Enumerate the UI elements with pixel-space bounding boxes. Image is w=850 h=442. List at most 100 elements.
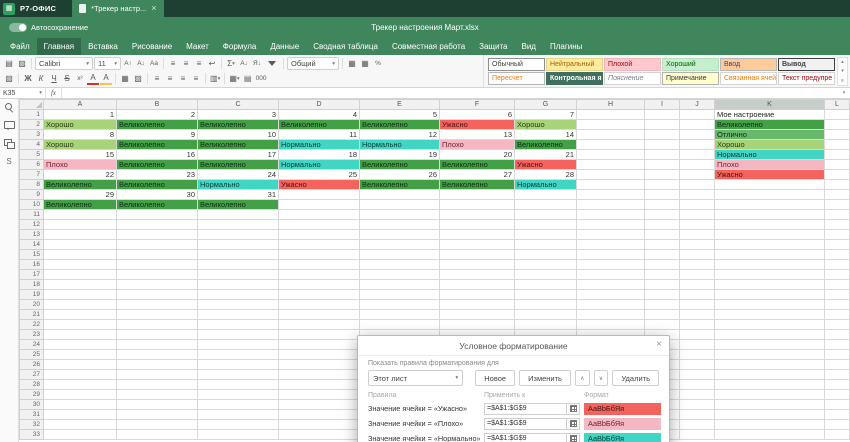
cell-C9[interactable]: 31 [198, 190, 279, 200]
select-range-icon[interactable] [567, 403, 580, 415]
cell-F12[interactable] [440, 220, 515, 230]
cell-D11[interactable] [279, 210, 360, 220]
cell-H5[interactable] [577, 150, 645, 160]
cell-A26[interactable] [44, 360, 117, 370]
row-header-6[interactable]: 6 [20, 160, 44, 170]
change-case-icon[interactable]: Аа [148, 57, 160, 70]
cell-A3[interactable]: 8 [44, 130, 117, 140]
cell-E1[interactable]: 5 [360, 110, 440, 120]
cell-A11[interactable] [44, 210, 117, 220]
cell-K16[interactable] [715, 260, 825, 270]
chat-icon[interactable] [4, 138, 14, 149]
col-header-A[interactable]: A [44, 100, 117, 110]
cell-J8[interactable] [680, 180, 715, 190]
cell-A33[interactable] [44, 430, 117, 440]
cell-B24[interactable] [117, 340, 198, 350]
cell-A22[interactable] [44, 320, 117, 330]
cell-E3[interactable]: 12 [360, 130, 440, 140]
cell-E15[interactable] [360, 250, 440, 260]
cell-I20[interactable] [645, 300, 680, 310]
cell-K28[interactable] [715, 380, 825, 390]
cell-D14[interactable] [279, 240, 360, 250]
cell-C5[interactable]: 17 [198, 150, 279, 160]
cell-B15[interactable] [117, 250, 198, 260]
search-icon[interactable] [4, 102, 14, 113]
cell-L17[interactable] [825, 270, 850, 280]
cell-B23[interactable] [117, 330, 198, 340]
cell-style-Пояснение[interactable]: Пояснение [604, 72, 661, 85]
cell-A16[interactable] [44, 260, 117, 270]
bold-icon[interactable]: Ж [22, 72, 34, 85]
cell-E7[interactable]: 26 [360, 170, 440, 180]
menu-tab-Данные[interactable]: Данные [263, 38, 306, 55]
row-header-10[interactable]: 10 [20, 200, 44, 210]
font-color-icon[interactable]: А [87, 73, 99, 85]
cell-G18[interactable] [515, 280, 577, 290]
cell-B7[interactable]: 23 [117, 170, 198, 180]
align-center-icon[interactable]: ≡ [164, 72, 176, 85]
cell-I2[interactable] [645, 120, 680, 130]
cell-C25[interactable] [198, 350, 279, 360]
cell-B18[interactable] [117, 280, 198, 290]
cell-J30[interactable] [680, 400, 715, 410]
copy-icon[interactable]: ▨ [16, 57, 28, 70]
cell-G4[interactable]: Великолепно [515, 140, 577, 150]
cell-D16[interactable] [279, 260, 360, 270]
cell-D2[interactable]: Великолепно [279, 120, 360, 130]
cell-C3[interactable]: 10 [198, 130, 279, 140]
row-header-4[interactable]: 4 [20, 140, 44, 150]
cell-G15[interactable] [515, 250, 577, 260]
cell-C15[interactable] [198, 250, 279, 260]
cell-C20[interactable] [198, 300, 279, 310]
move-rule-up-button[interactable]: ∧ [575, 370, 590, 386]
cell-A17[interactable] [44, 270, 117, 280]
cell-H6[interactable] [577, 160, 645, 170]
cell-C33[interactable] [198, 430, 279, 440]
spellcheck-icon[interactable]: S [4, 156, 14, 167]
cell-G9[interactable] [515, 190, 577, 200]
cell-I1[interactable] [645, 110, 680, 120]
document-tab[interactable]: *Трекер настр... × [72, 0, 163, 17]
col-header-J[interactable]: J [680, 100, 715, 110]
cell-style-Связанная ячей[interactable]: Связанная ячей [720, 72, 777, 85]
cell-B21[interactable] [117, 310, 198, 320]
row-header-25[interactable]: 25 [20, 350, 44, 360]
rules-scope-select[interactable]: Этот лист ▾ [368, 370, 463, 386]
cell-A24[interactable] [44, 340, 117, 350]
cell-A14[interactable] [44, 240, 117, 250]
cell-E12[interactable] [360, 220, 440, 230]
cell-I18[interactable] [645, 280, 680, 290]
cell-I12[interactable] [645, 220, 680, 230]
cell-C27[interactable] [198, 370, 279, 380]
row-header-5[interactable]: 5 [20, 150, 44, 160]
wrap-text-icon[interactable]: ↩ [206, 57, 218, 70]
cell-D7[interactable]: 25 [279, 170, 360, 180]
cell-C2[interactable]: Великолепно [198, 120, 279, 130]
cell-style-Нейтральный[interactable]: Нейтральный [546, 58, 603, 71]
select-all-corner[interactable] [20, 100, 44, 110]
name-box[interactable]: K35 ▾ [0, 88, 46, 98]
cell-F1[interactable]: 6 [440, 110, 515, 120]
cell-J29[interactable] [680, 390, 715, 400]
cell-I7[interactable] [645, 170, 680, 180]
cell-J5[interactable] [680, 150, 715, 160]
cell-H8[interactable] [577, 180, 645, 190]
cell-A28[interactable] [44, 380, 117, 390]
cell-C22[interactable] [198, 320, 279, 330]
cell-H10[interactable] [577, 200, 645, 210]
row-header-7[interactable]: 7 [20, 170, 44, 180]
cell-G22[interactable] [515, 320, 577, 330]
rule-row-2[interactable]: Значение ячейки = «Плохо»=$A$1:$G$9АаВbБ… [368, 416, 659, 431]
cell-E16[interactable] [360, 260, 440, 270]
cell-E5[interactable]: 19 [360, 150, 440, 160]
cell-J15[interactable] [680, 250, 715, 260]
cell-D19[interactable] [279, 290, 360, 300]
cell-L26[interactable] [825, 360, 850, 370]
cell-E19[interactable] [360, 290, 440, 300]
row-header-3[interactable]: 3 [20, 130, 44, 140]
cell-C26[interactable] [198, 360, 279, 370]
row-header-17[interactable]: 17 [20, 270, 44, 280]
row-header-33[interactable]: 33 [20, 430, 44, 440]
cell-H21[interactable] [577, 310, 645, 320]
cell-F22[interactable] [440, 320, 515, 330]
